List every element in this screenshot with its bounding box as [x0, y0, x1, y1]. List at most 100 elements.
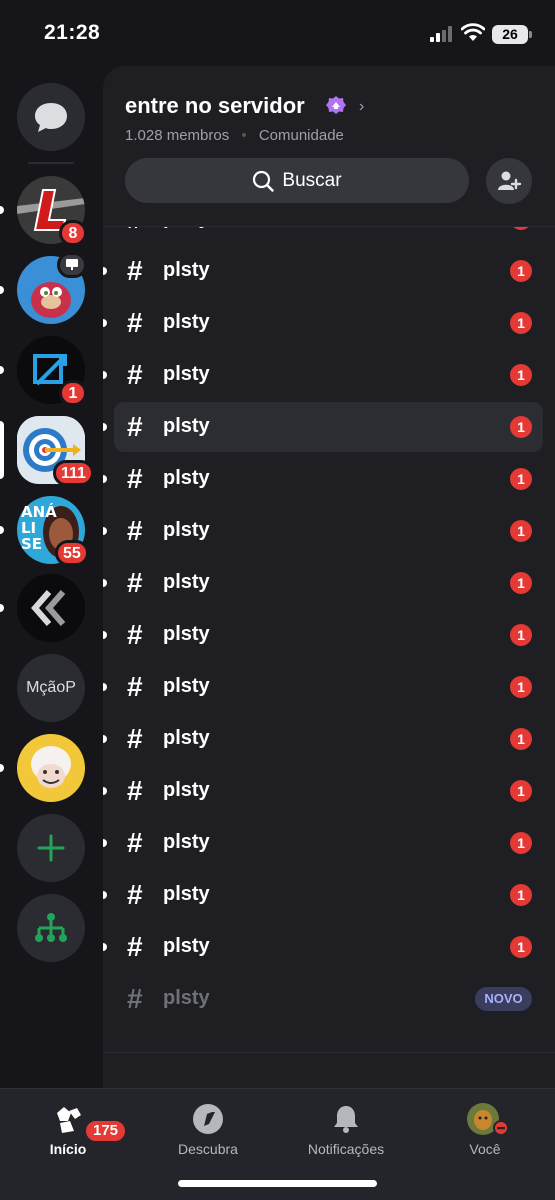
explore-servers-button[interactable] — [17, 894, 85, 962]
tab-notifications[interactable]: Notificações — [286, 1089, 406, 1169]
channel-row[interactable]: # plsty 1 — [103, 245, 555, 297]
add-server-button[interactable] — [17, 814, 85, 882]
channel-name: plsty — [163, 571, 210, 593]
server-initials: MçãoP — [26, 679, 76, 696]
channel-row[interactable]: # plsty 1 — [103, 869, 555, 921]
tab-home[interactable]: 175 Início — [8, 1089, 128, 1169]
unread-dot — [103, 371, 107, 379]
list-divider — [103, 1052, 555, 1053]
unread-dot — [103, 631, 107, 639]
plus-icon — [37, 834, 65, 862]
mention-badge: 1 — [510, 884, 532, 906]
member-count: 1.028 membros — [125, 127, 230, 144]
channel-row[interactable]: # plsty 1 — [103, 765, 555, 817]
screen-icon — [66, 259, 78, 270]
unread-dot — [103, 839, 107, 847]
channel-row[interactable]: # plsty 1 — [103, 921, 555, 973]
channel-name: plsty — [163, 311, 210, 333]
channel-row[interactable]: # plsty 1 — [103, 401, 555, 453]
hashtag-icon: # — [127, 411, 143, 442]
channel-row[interactable]: # plsty 1 — [103, 609, 555, 661]
channel-name: plsty — [163, 467, 210, 489]
channel-row[interactable]: # plsty 1 — [103, 661, 555, 713]
unread-dot — [103, 943, 107, 951]
search-button[interactable]: Buscar — [125, 158, 469, 203]
mention-badge: 1 — [510, 260, 532, 282]
channel-row[interactable]: # plsty 1 — [103, 817, 555, 869]
unread-dot — [103, 787, 107, 795]
server-icon-mcaop[interactable]: MçãoP — [17, 654, 85, 722]
bell-icon — [334, 1106, 358, 1133]
add-user-icon — [498, 171, 522, 190]
mention-badge: 1 — [510, 468, 532, 490]
hashtag-icon: # — [127, 931, 143, 962]
channel-row[interactable]: # plsty 1 — [103, 713, 555, 765]
server-icon-x[interactable]: 1 — [17, 336, 87, 406]
hashtag-icon: # — [127, 463, 143, 494]
mention-badge: 1 — [510, 416, 532, 438]
server-icon-l[interactable]: 8 — [17, 176, 87, 246]
tab-you[interactable]: Você — [425, 1089, 545, 1169]
mention-badge: 1 — [510, 624, 532, 646]
compass-icon — [193, 1104, 223, 1134]
channel-name: plsty — [163, 623, 210, 645]
channel-row[interactable]: # plsty NOVO — [103, 973, 555, 1025]
server-name[interactable]: entre no servidor — [125, 93, 305, 119]
stream-badge — [57, 252, 87, 278]
server-rail: 8 1 111 ANÁ LI SE 55 MçãoP — [0, 66, 103, 1088]
channel-name: plsty — [163, 363, 210, 385]
hashtag-icon: # — [127, 307, 143, 338]
clock: 21:28 — [44, 21, 101, 44]
mention-badge: 1 — [510, 728, 532, 750]
channel-row[interactable]: # plsty 1 — [103, 297, 555, 349]
channel-row[interactable]: # plsty 1 — [103, 505, 555, 557]
hashtag-icon: # — [127, 879, 143, 910]
boost-badge-icon — [326, 96, 346, 114]
server-badge: 55 — [55, 540, 89, 566]
channel-name: plsty — [163, 987, 210, 1009]
channel-name: plsty — [163, 227, 210, 230]
server-badge: 111 — [53, 460, 94, 486]
unread-indicator — [0, 604, 4, 612]
mention-badge: 1 — [510, 780, 532, 802]
unread-indicator — [0, 286, 4, 294]
signal-icon — [430, 26, 452, 42]
hashtag-icon: # — [127, 619, 143, 650]
wifi-icon — [461, 23, 485, 41]
server-subtitle: 1.028 membros • Comunidade — [125, 127, 344, 144]
mention-badge: 1 — [510, 227, 532, 230]
channel-name: plsty — [163, 831, 210, 853]
server-icon-cartoon[interactable] — [17, 734, 85, 802]
unread-dot — [103, 579, 107, 587]
server-type: Comunidade — [258, 127, 344, 144]
home-badge: 175 — [84, 1119, 128, 1143]
status-bar: 21:28 26 — [0, 0, 555, 66]
channel-row[interactable]: # plsty 1 — [103, 349, 555, 401]
hashtag-icon: # — [127, 983, 143, 1014]
hashtag-icon: # — [127, 827, 143, 858]
hashtag-icon: # — [127, 359, 143, 390]
tab-discover[interactable]: Descubra — [148, 1089, 268, 1169]
server-icon-knuckles[interactable] — [17, 252, 87, 324]
chevron-right-icon[interactable]: › — [359, 98, 364, 116]
mention-badge: 1 — [510, 364, 532, 386]
channel-row[interactable]: # plsty 1 — [103, 227, 555, 245]
direct-messages-button[interactable] — [17, 83, 85, 151]
server-icon-chevrons[interactable] — [17, 574, 85, 642]
unread-dot — [103, 319, 107, 327]
tab-you-label: Você — [469, 1141, 501, 1157]
separator-dot: • — [241, 127, 247, 144]
server-icon-analise[interactable]: ANÁ LI SE 55 — [17, 496, 89, 566]
home-servers-icon — [57, 1107, 81, 1133]
hashtag-icon: # — [127, 515, 143, 546]
channel-name: plsty — [163, 935, 210, 957]
server-icon-target[interactable]: 111 — [17, 416, 94, 486]
battery-indicator: 26 — [492, 25, 532, 44]
invite-members-button[interactable] — [486, 158, 532, 204]
home-indicator — [178, 1180, 377, 1187]
channel-row[interactable]: # plsty 1 — [103, 453, 555, 505]
channel-row[interactable]: # plsty 1 — [103, 557, 555, 609]
rail-divider — [28, 162, 74, 164]
mention-badge: 1 — [510, 572, 532, 594]
mention-badge: 1 — [510, 832, 532, 854]
